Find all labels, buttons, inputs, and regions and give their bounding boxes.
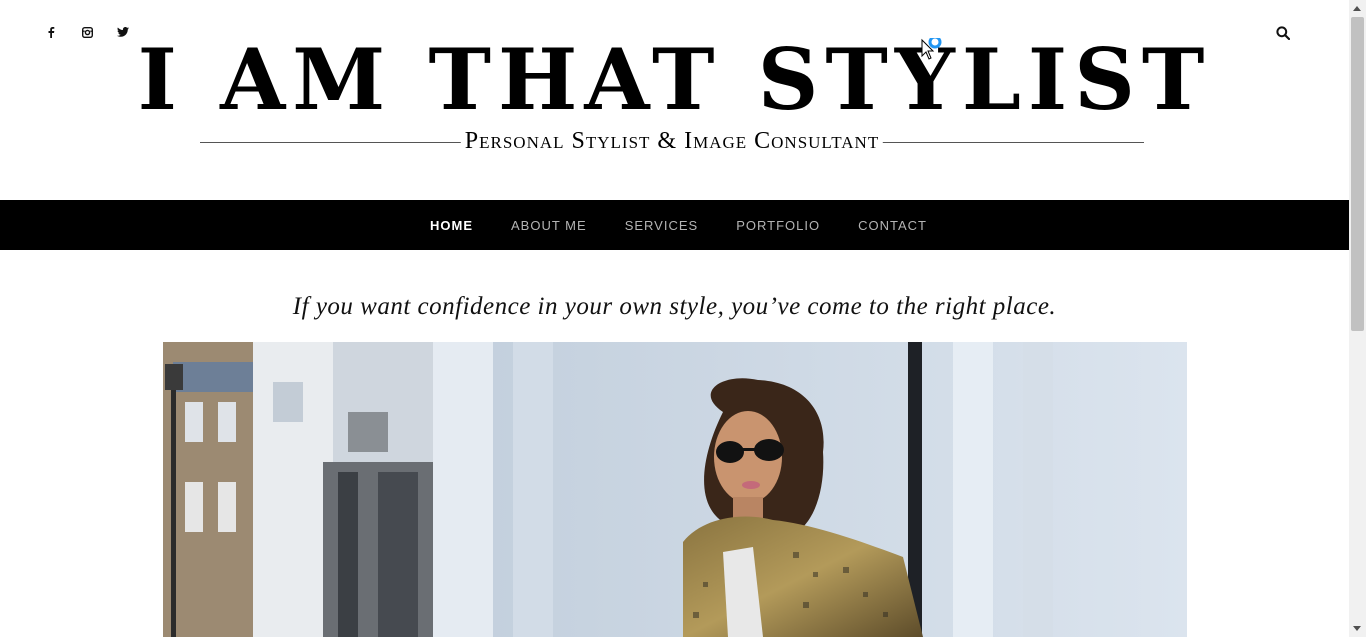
page: I AM THAT STYLIST Personal Stylist & Ima… <box>0 0 1349 637</box>
nav-item-services[interactable]: SERVICES <box>625 218 699 233</box>
nav-item-home[interactable]: HOME <box>430 218 473 233</box>
hero-image <box>163 342 1187 637</box>
nav-item-contact[interactable]: CONTACT <box>858 218 927 233</box>
main-navigation: HOME ABOUT ME SERVICES PORTFOLIO CONTACT <box>0 200 1349 250</box>
site-tagline: Personal Stylist & Image Consultant <box>460 126 884 156</box>
site-title[interactable]: I AM THAT STYLIST <box>0 30 1349 130</box>
scroll-down-arrow-icon[interactable] <box>1353 626 1361 631</box>
nav-list: HOME ABOUT ME SERVICES PORTFOLIO CONTACT <box>0 200 1349 250</box>
tagline-block: Personal Stylist & Image Consultant <box>200 126 1144 160</box>
vertical-scrollbar[interactable] <box>1349 0 1366 637</box>
intro-tagline: If you want confidence in your own style… <box>292 293 1057 320</box>
scroll-thumb[interactable] <box>1351 17 1364 331</box>
nav-item-portfolio[interactable]: PORTFOLIO <box>736 218 820 233</box>
nav-item-about-me[interactable]: ABOUT ME <box>511 218 587 233</box>
scroll-up-arrow-icon[interactable] <box>1353 6 1361 11</box>
